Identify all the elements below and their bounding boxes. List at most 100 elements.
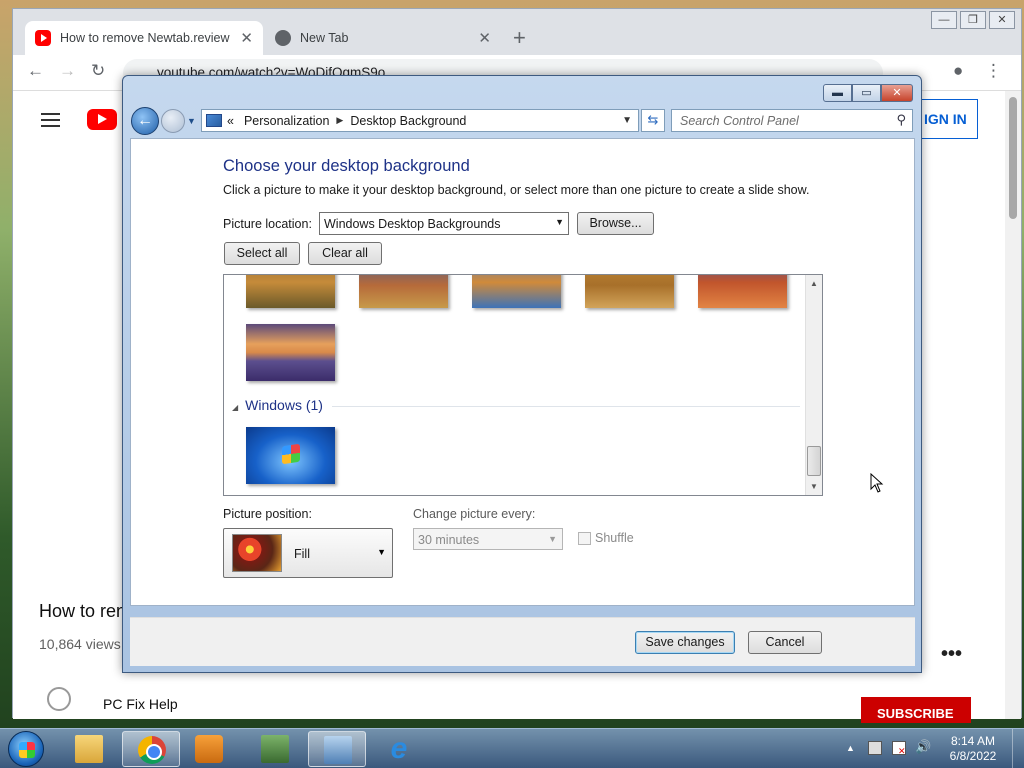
tab-youtube[interactable]: How to remove Newtab.review (C ✕ xyxy=(25,21,263,55)
search-input[interactable]: Search Control Panel ⚲ xyxy=(671,109,913,132)
breadcrumb-personalization[interactable]: Personalization xyxy=(244,114,329,128)
back-button[interactable]: ← xyxy=(131,107,159,135)
cancel-button[interactable]: Cancel xyxy=(748,631,822,654)
control-panel-icon xyxy=(206,114,222,127)
scroll-down-arrow-icon[interactable]: ▼ xyxy=(810,482,818,491)
system-clock[interactable]: 8:14 AM 6/8/2022 xyxy=(944,734,1002,764)
breadcrumb-overflow[interactable]: « xyxy=(227,114,234,128)
taskbar-explorer[interactable] xyxy=(60,731,118,767)
forward-button[interactable]: → xyxy=(59,61,76,81)
shuffle-checkbox[interactable]: Shuffle xyxy=(578,531,634,545)
page-scrollbar[interactable] xyxy=(1005,91,1021,719)
picture-position-value: Fill xyxy=(294,547,310,561)
recent-pages-chevron-down-icon[interactable]: ▼ xyxy=(187,116,196,126)
background-thumbnail[interactable] xyxy=(698,275,787,308)
address-dropdown-icon[interactable]: ▼ xyxy=(622,115,632,126)
youtube-logo[interactable] xyxy=(87,109,117,130)
more-actions-button[interactable]: ••• xyxy=(941,643,962,666)
clock-time: 8:14 AM xyxy=(950,734,996,748)
change-picture-every-label: Change picture every: xyxy=(413,507,536,521)
subscribe-button[interactable]: SUBSCRIBE xyxy=(861,697,971,723)
scrollbar-thumb[interactable] xyxy=(1009,97,1017,219)
dialog-footer: Save changes Cancel xyxy=(130,617,915,666)
windows-logo-icon xyxy=(19,742,35,758)
content-pane: Choose your desktop background Click a p… xyxy=(130,138,915,606)
background-thumbnail[interactable] xyxy=(246,275,335,308)
clear-all-button[interactable]: Clear all xyxy=(308,242,382,265)
back-button[interactable]: ← xyxy=(27,61,44,81)
taskbar-internet-explorer[interactable]: e xyxy=(370,731,428,767)
page-description: Click a picture to make it your desktop … xyxy=(223,183,810,197)
tab-new-tab[interactable]: New Tab ✕ xyxy=(265,21,501,55)
taskbar-media-player[interactable] xyxy=(180,731,238,767)
save-changes-button[interactable]: Save changes xyxy=(635,631,735,654)
new-tab-button[interactable]: + xyxy=(513,25,526,51)
clock-date: 6/8/2022 xyxy=(949,749,997,763)
position-preview-image xyxy=(232,534,282,572)
breadcrumb-separator-icon[interactable]: ▶ xyxy=(336,115,343,126)
scrollbar-thumb[interactable] xyxy=(807,446,821,476)
change-picture-every-select[interactable]: 30 minutes ▼ xyxy=(413,528,563,550)
taskbar-chrome[interactable] xyxy=(122,731,180,767)
maximize-button[interactable]: ▭ xyxy=(852,84,881,102)
collapse-triangle-icon[interactable]: ◢ xyxy=(232,403,238,412)
close-button[interactable]: ✕ xyxy=(881,84,913,102)
window-controls: ▬ ▭ ✕ xyxy=(823,84,913,102)
taskbar-control-panel[interactable] xyxy=(246,731,304,767)
video-title: How to ren xyxy=(39,601,127,621)
close-icon[interactable]: ✕ xyxy=(240,29,253,47)
group-header-windows[interactable]: ◢ Windows (1) xyxy=(232,397,323,413)
page-title: Choose your desktop background xyxy=(223,157,470,175)
checkbox-box[interactable] xyxy=(578,531,591,545)
volume-icon[interactable]: 🔊 xyxy=(915,739,931,755)
tab-strip: How to remove Newtab.review (C ✕ New Tab… xyxy=(13,9,1021,55)
close-icon[interactable]: ✕ xyxy=(478,29,491,47)
youtube-icon xyxy=(35,30,51,46)
breadcrumb-desktop-background[interactable]: Desktop Background xyxy=(350,114,466,128)
minimize-button[interactable]: — xyxy=(931,11,957,29)
address-bar[interactable]: « Personalization ▶ Desktop Background ▼ xyxy=(201,109,639,132)
maximize-button[interactable]: ❐ xyxy=(960,11,986,29)
taskbar-control-panel-window[interactable] xyxy=(308,731,366,767)
picture-location-value: Windows Desktop Backgrounds xyxy=(324,217,501,231)
windows-logo-icon xyxy=(282,443,300,465)
action-center-icon[interactable] xyxy=(892,741,906,757)
hamburger-menu-icon[interactable] xyxy=(41,113,60,127)
forward-button[interactable] xyxy=(161,109,185,133)
chrome-icon xyxy=(138,736,166,764)
background-thumbnail[interactable] xyxy=(585,275,674,308)
refresh-button[interactable]: ⇆ xyxy=(641,109,665,132)
media-player-icon xyxy=(195,735,223,763)
start-button[interactable] xyxy=(8,731,44,767)
search-icon[interactable]: ⚲ xyxy=(896,112,906,128)
chevron-down-icon: ▼ xyxy=(377,547,386,557)
channel-name[interactable]: PC Fix Help xyxy=(103,696,178,712)
view-count: 10,864 views xyxy=(39,636,121,652)
gallery-scrollbar[interactable]: ▲ ▼ xyxy=(805,275,822,495)
browse-button[interactable]: Browse... xyxy=(577,212,654,235)
chevron-down-icon: ▼ xyxy=(548,534,557,544)
menu-icon[interactable]: ⋮ xyxy=(985,61,1002,81)
select-all-button[interactable]: Select all xyxy=(224,242,300,265)
profile-icon[interactable]: ● xyxy=(953,61,963,81)
group-divider xyxy=(332,406,800,407)
background-thumbnail[interactable] xyxy=(246,324,335,381)
close-button[interactable]: ✕ xyxy=(989,11,1015,29)
background-gallery: ◢ Windows (1) ▲ ▼ xyxy=(223,274,823,496)
network-icon[interactable] xyxy=(868,741,882,755)
sign-in-button[interactable]: IGN IN xyxy=(918,99,978,139)
windows-explorer-icon xyxy=(75,735,103,763)
reload-button[interactable]: ↻ xyxy=(91,61,105,81)
picture-location-select[interactable]: Windows Desktop Backgrounds ▼ xyxy=(319,212,569,235)
minimize-button[interactable]: ▬ xyxy=(823,84,852,102)
show-hidden-icons-button[interactable]: ▲ xyxy=(846,743,855,753)
channel-avatar[interactable] xyxy=(47,687,71,711)
background-thumbnail[interactable] xyxy=(359,275,448,308)
background-thumbnail[interactable] xyxy=(472,275,561,308)
picture-position-select[interactable]: Fill ▼ xyxy=(223,528,393,578)
picture-location-label: Picture location: xyxy=(223,217,312,231)
background-thumbnail-windows[interactable] xyxy=(246,427,335,484)
scroll-up-arrow-icon[interactable]: ▲ xyxy=(810,279,818,288)
change-picture-every-value: 30 minutes xyxy=(418,533,480,547)
show-desktop-button[interactable] xyxy=(1012,729,1024,768)
